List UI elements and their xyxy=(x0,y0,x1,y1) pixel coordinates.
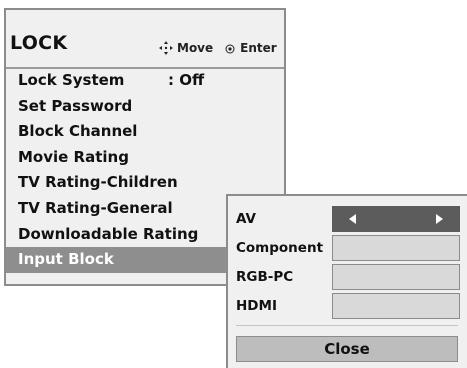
input-label: HDMI xyxy=(236,298,277,314)
menu-item-lock-system[interactable]: Lock System : Off xyxy=(6,68,284,94)
menu-item-label: Set Password xyxy=(18,96,133,115)
panel-divider xyxy=(236,325,458,326)
enter-circle-icon xyxy=(225,43,235,54)
menu-item-label: TV Rating-General xyxy=(18,198,173,217)
move-hint-label: Move xyxy=(177,41,214,55)
input-row-hdmi[interactable]: HDMI xyxy=(228,293,467,319)
left-arrow-icon[interactable] xyxy=(349,214,356,224)
menu-item-label: Downloadable Rating xyxy=(18,224,199,243)
menu-item-block-channel[interactable]: Block Channel xyxy=(6,119,284,145)
menu-item-label: Lock System xyxy=(18,71,125,89)
navigation-hints: Move Enter xyxy=(158,40,277,56)
menu-item-movie-rating[interactable]: Movie Rating xyxy=(6,145,284,171)
input-block-panel: AV Component RGB-PC HDMI Close xyxy=(226,194,467,368)
close-button[interactable]: Close xyxy=(236,336,458,362)
component-block-selector[interactable] xyxy=(332,235,460,261)
menu-item-tv-rating-children[interactable]: TV Rating-Children xyxy=(6,170,284,196)
menu-item-set-password[interactable]: Set Password xyxy=(6,94,284,120)
input-label: Component xyxy=(236,240,324,256)
menu-item-label: TV Rating-Children xyxy=(18,173,178,192)
input-row-component[interactable]: Component xyxy=(228,235,467,261)
right-arrow-icon[interactable] xyxy=(436,214,443,224)
input-label: AV xyxy=(236,211,256,227)
input-row-av[interactable]: AV xyxy=(228,206,467,232)
input-label: RGB-PC xyxy=(236,269,294,285)
menu-item-label: Movie Rating xyxy=(18,147,129,166)
enter-hint-label: Enter xyxy=(240,41,277,55)
hdmi-block-selector[interactable] xyxy=(332,293,460,319)
menu-item-label: Block Channel xyxy=(18,122,138,141)
screen: LOCK Move Enter Lock System: Off Set Pa… xyxy=(0,0,467,368)
four-way-arrow-icon xyxy=(158,40,174,56)
menu-header: LOCK Move Enter xyxy=(6,10,284,66)
lock-system-value: : Off xyxy=(168,71,205,89)
menu-title: LOCK xyxy=(10,32,68,54)
menu-item-label: Input Block xyxy=(18,250,114,269)
av-block-selector[interactable] xyxy=(332,206,460,232)
input-row-rgb-pc[interactable]: RGB-PC xyxy=(228,264,467,290)
rgb-pc-block-selector[interactable] xyxy=(332,264,460,290)
